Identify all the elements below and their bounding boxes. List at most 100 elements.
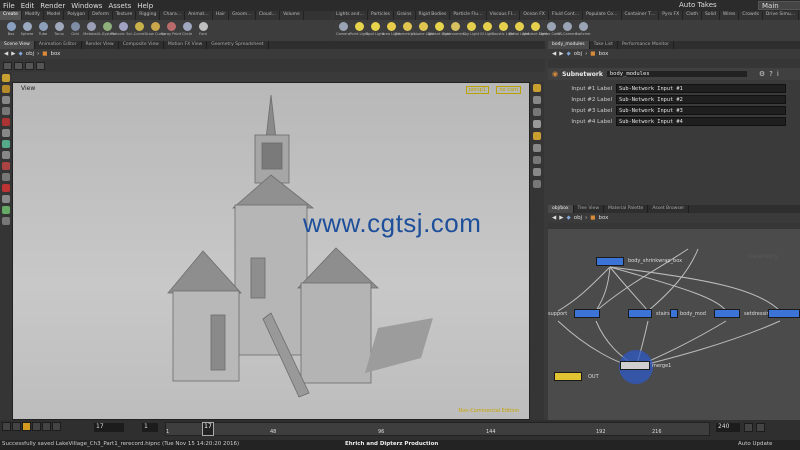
shelf-tool-left-7[interactable]: Platonic Sol… [111,20,135,41]
shelf-tab-right-0[interactable]: Lights and… [333,11,368,20]
shelf-tab-right-8[interactable]: Populate Co… [583,11,622,20]
shelf-tab-left-1[interactable]: Modify [22,11,44,20]
path-box[interactable]: box [599,51,609,57]
param-field[interactable]: Sub-Network Input #2 [616,95,786,104]
node-out[interactable] [554,372,582,381]
auto-takes-toggle[interactable]: Auto Takes [679,1,717,9]
display-settings-icon[interactable] [533,180,541,188]
view-tool-icon[interactable] [14,61,23,70]
param-field[interactable]: Sub-Network Input #3 [616,106,786,115]
shelf-tool-right-2[interactable]: Spot Light [366,20,384,41]
node-body-shrinkwrap[interactable] [596,257,624,266]
shelf-tab-left-6[interactable]: Rigging [136,11,161,20]
shelf-tool-right-12[interactable]: Ambient Light [522,20,548,41]
shelf-tab-right-10[interactable]: Pyro FX [659,11,684,20]
shelf-tool-right-3[interactable]: Area Light [382,20,400,41]
param-field[interactable]: Sub-Network Input #4 [616,117,786,126]
pose-tool-icon[interactable] [2,140,10,148]
shelf-tool-left-2[interactable]: Tube [35,20,51,41]
shelf-tool-left-11[interactable]: Circle [179,20,195,41]
shelf-tool-right-0[interactable]: Camera [335,20,351,41]
node-extra[interactable] [768,309,800,318]
tab-motion-fx-view[interactable]: Motion FX View [164,41,208,49]
shelf-tab-left-11[interactable]: Cloud… [256,11,281,20]
tab-scene-view[interactable]: Scene View [0,41,35,49]
handle-tool-icon[interactable] [3,61,12,70]
shelf-tab-right-2[interactable]: Grains [394,11,416,20]
select-tool-icon[interactable] [2,74,10,82]
shelf-tab-right-7[interactable]: Fluid Cont… [549,11,584,20]
wireframe-icon[interactable] [533,96,541,104]
auto-update-menu[interactable]: Auto Update [738,441,772,447]
shelf-tool-right-14[interactable]: VR Camera [557,20,577,41]
stop-icon[interactable] [22,422,31,431]
info-icon[interactable]: i [777,70,779,78]
play-end-icon[interactable] [52,422,61,431]
tab-material-palette[interactable]: Material Palette [604,205,649,213]
node-body-mod[interactable] [670,309,678,318]
shelf-tool-right-6[interactable]: Distant Light [427,20,451,41]
menu-edit[interactable]: Edit [21,2,35,10]
back-arrow-icon[interactable]: ◀ [4,51,8,57]
display-mode-icon[interactable] [533,84,541,92]
tab-geometry-spreadsheet[interactable]: Geometry Spreadsheet [207,41,269,49]
shelf-tab-left-7[interactable]: Chara… [160,11,186,20]
menu-render[interactable]: Render [40,2,65,10]
select-mode-icon[interactable] [25,61,34,70]
step-forward-icon[interactable] [42,422,51,431]
key-icon[interactable] [744,423,753,432]
scale-tool-icon[interactable] [2,118,10,126]
lock-icon[interactable] [2,195,10,203]
back-arrow-icon[interactable]: ◀ [552,215,556,221]
shaded-icon[interactable] [533,108,541,116]
back-arrow-icon[interactable]: ◀ [552,51,556,57]
shelf-tab-right-6[interactable]: Ocean FX [520,11,549,20]
menu-windows[interactable]: Windows [71,2,102,10]
shelf-tab-right-11[interactable]: Cloth [683,11,702,20]
shelf-tool-right-1[interactable]: Point Light [349,20,369,41]
shelf-tool-right-10[interactable]: Caustic Light [491,20,515,41]
magnet-icon[interactable] [2,162,10,170]
path-box[interactable]: box [599,215,609,221]
node-stairs[interactable] [628,309,652,318]
node-merge1[interactable] [620,361,650,370]
timeline-scrubber[interactable]: 17 1 48 96 144 192 216 [165,422,710,436]
menu-help[interactable]: Help [137,2,153,10]
camera-icon[interactable] [2,217,10,225]
path-obj[interactable]: obj [574,215,582,221]
forward-arrow-icon[interactable]: ▶ [11,51,15,57]
tab-render-view[interactable]: Render View [82,41,119,49]
shelf-tool-left-3[interactable]: Torus [51,20,67,41]
shelf-tool-left-1[interactable]: Sphere [19,20,35,41]
shelf-tab-right-9[interactable]: Container T… [622,11,660,20]
shelf-tool-left-5[interactable]: Metaball [83,20,99,41]
range-icon[interactable] [756,423,765,432]
node-support[interactable] [574,309,600,318]
tab-take-list[interactable]: Take List [590,41,618,49]
end-frame-field[interactable]: 240 [716,423,740,432]
shelf-tool-right-15[interactable]: Switcher [575,20,591,41]
visualizer-icon[interactable] [533,132,541,140]
shelf-tab-right-15[interactable]: Drive Simu… [763,11,800,20]
param-field[interactable]: Sub-Network Input #1 [616,84,786,93]
grid-icon[interactable] [533,144,541,152]
shelf-tab-left-2[interactable]: Model [44,11,65,20]
play-start-icon[interactable] [2,422,11,431]
shelf-tool-right-5[interactable]: Volume Light [411,20,435,41]
forward-arrow-icon[interactable]: ▶ [559,215,563,221]
shelf-tool-left-4[interactable]: Grid [67,20,83,41]
tab-composite-view[interactable]: Composite View [119,41,164,49]
help-icon[interactable]: ? [769,70,773,78]
shelf-tab-left-9[interactable]: Hair [213,11,230,20]
shelf-tab-right-3[interactable]: Rigid Bodies [416,11,451,20]
shelf-tab-left-4[interactable]: Deform [89,11,113,20]
path-box[interactable]: box [51,51,61,57]
shelf-tool-left-0[interactable]: Box [3,20,19,41]
shelf-tool-right-4[interactable]: Geometry L… [395,20,419,41]
shelf-tab-right-13[interactable]: Wires [720,11,740,20]
forward-arrow-icon[interactable]: ▶ [559,51,563,57]
shelf-tool-right-7[interactable]: Environmen… [442,20,468,41]
shelf-tab-left-0[interactable]: Create [0,11,22,20]
current-frame-field[interactable]: 17 [94,423,124,432]
shelf-tab-left-5[interactable]: Texture [113,11,137,20]
